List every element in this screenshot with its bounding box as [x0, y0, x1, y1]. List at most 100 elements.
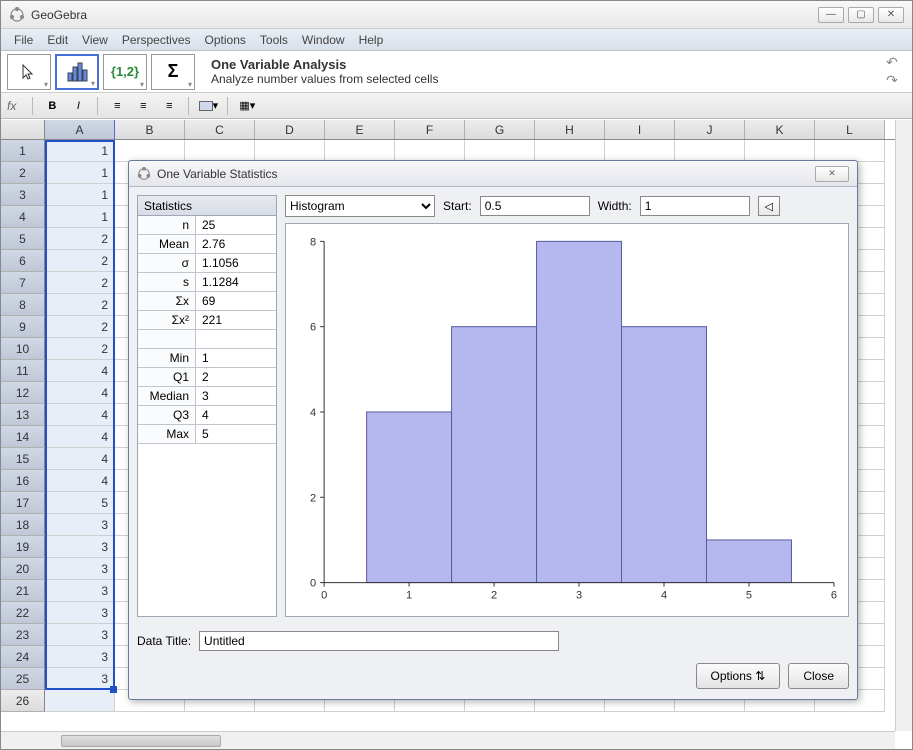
row-header-14[interactable]: 14	[1, 426, 45, 448]
cell-G1[interactable]	[465, 140, 535, 162]
cell-K1[interactable]	[745, 140, 815, 162]
cell-A8[interactable]: 2	[45, 294, 115, 316]
col-header-C[interactable]: C	[185, 120, 255, 139]
cell-C1[interactable]	[185, 140, 255, 162]
align-right-button[interactable]: ≡	[158, 96, 180, 116]
cell-A16[interactable]: 4	[45, 470, 115, 492]
menu-window[interactable]: Window	[295, 33, 352, 47]
borders-button[interactable]: ▦▾	[236, 96, 258, 116]
cell-A14[interactable]: 4	[45, 426, 115, 448]
row-header-7[interactable]: 7	[1, 272, 45, 294]
minimize-button[interactable]: —	[818, 7, 844, 23]
bold-button[interactable]: B	[41, 96, 63, 116]
row-header-10[interactable]: 10	[1, 338, 45, 360]
cell-A19[interactable]: 3	[45, 536, 115, 558]
cell-A15[interactable]: 4	[45, 448, 115, 470]
row-header-17[interactable]: 17	[1, 492, 45, 514]
cell-A18[interactable]: 3	[45, 514, 115, 536]
tool-one-variable-analysis[interactable]: ▾	[55, 54, 99, 90]
row-header-8[interactable]: 8	[1, 294, 45, 316]
cell-A24[interactable]: 3	[45, 646, 115, 668]
menu-tools[interactable]: Tools	[253, 33, 295, 47]
cell-F1[interactable]	[395, 140, 465, 162]
tool-sum[interactable]: Σ ▾	[151, 54, 195, 90]
cell-A2[interactable]: 1	[45, 162, 115, 184]
row-header-3[interactable]: 3	[1, 184, 45, 206]
row-header-21[interactable]: 21	[1, 580, 45, 602]
row-header-12[interactable]: 12	[1, 382, 45, 404]
row-header-13[interactable]: 13	[1, 404, 45, 426]
row-header-6[interactable]: 6	[1, 250, 45, 272]
cell-B1[interactable]	[115, 140, 185, 162]
select-all-corner[interactable]	[1, 120, 45, 139]
close-button[interactable]: ✕	[878, 7, 904, 23]
redo-button[interactable]: ↷	[882, 73, 902, 89]
cell-H1[interactable]	[535, 140, 605, 162]
cell-A25[interactable]: 3	[45, 668, 115, 690]
row-header-26[interactable]: 26	[1, 690, 45, 712]
row-header-18[interactable]: 18	[1, 514, 45, 536]
col-header-H[interactable]: H	[535, 120, 605, 139]
maximize-button[interactable]: ▢	[848, 7, 874, 23]
row-header-15[interactable]: 15	[1, 448, 45, 470]
col-header-I[interactable]: I	[605, 120, 675, 139]
cell-A23[interactable]: 3	[45, 624, 115, 646]
chart-type-select[interactable]: Histogram	[285, 195, 435, 217]
cell-A6[interactable]: 2	[45, 250, 115, 272]
col-header-B[interactable]: B	[115, 120, 185, 139]
close-button[interactable]: Close	[788, 663, 849, 689]
cell-D1[interactable]	[255, 140, 325, 162]
width-input[interactable]	[640, 196, 750, 216]
cell-A12[interactable]: 4	[45, 382, 115, 404]
row-header-2[interactable]: 2	[1, 162, 45, 184]
tool-move[interactable]: ▾	[7, 54, 51, 90]
options-button[interactable]: Options ⇅	[696, 663, 781, 689]
row-header-5[interactable]: 5	[1, 228, 45, 250]
row-header-11[interactable]: 11	[1, 360, 45, 382]
cell-A20[interactable]: 3	[45, 558, 115, 580]
bgcolor-button[interactable]: ▾	[197, 96, 219, 116]
cell-A17[interactable]: 5	[45, 492, 115, 514]
cell-A5[interactable]: 2	[45, 228, 115, 250]
col-header-D[interactable]: D	[255, 120, 325, 139]
panel-toggle-button[interactable]: ◁	[758, 196, 780, 216]
col-header-K[interactable]: K	[745, 120, 815, 139]
menu-help[interactable]: Help	[352, 33, 391, 47]
row-header-23[interactable]: 23	[1, 624, 45, 646]
menu-options[interactable]: Options	[198, 33, 253, 47]
row-header-20[interactable]: 20	[1, 558, 45, 580]
cell-A10[interactable]: 2	[45, 338, 115, 360]
menu-file[interactable]: File	[7, 33, 40, 47]
col-header-G[interactable]: G	[465, 120, 535, 139]
cell-A21[interactable]: 3	[45, 580, 115, 602]
horizontal-scrollbar[interactable]	[1, 731, 895, 749]
cell-J1[interactable]	[675, 140, 745, 162]
cell-A9[interactable]: 2	[45, 316, 115, 338]
dialog-titlebar[interactable]: One Variable Statistics ✕	[129, 161, 857, 187]
row-header-19[interactable]: 19	[1, 536, 45, 558]
menu-edit[interactable]: Edit	[40, 33, 75, 47]
cell-L1[interactable]	[815, 140, 885, 162]
cell-A11[interactable]: 4	[45, 360, 115, 382]
italic-button[interactable]: I	[67, 96, 89, 116]
cell-A13[interactable]: 4	[45, 404, 115, 426]
cell-A3[interactable]: 1	[45, 184, 115, 206]
cell-A22[interactable]: 3	[45, 602, 115, 624]
cell-A4[interactable]: 1	[45, 206, 115, 228]
menu-perspectives[interactable]: Perspectives	[115, 33, 198, 47]
row-header-16[interactable]: 16	[1, 470, 45, 492]
vertical-scrollbar[interactable]	[895, 120, 912, 731]
cell-A7[interactable]: 2	[45, 272, 115, 294]
cell-I1[interactable]	[605, 140, 675, 162]
col-header-J[interactable]: J	[675, 120, 745, 139]
col-header-E[interactable]: E	[325, 120, 395, 139]
dialog-close-button[interactable]: ✕	[815, 166, 849, 182]
row-header-9[interactable]: 9	[1, 316, 45, 338]
row-header-25[interactable]: 25	[1, 668, 45, 690]
col-header-F[interactable]: F	[395, 120, 465, 139]
row-header-24[interactable]: 24	[1, 646, 45, 668]
data-title-input[interactable]	[199, 631, 559, 651]
align-center-button[interactable]: ≡	[132, 96, 154, 116]
tool-list[interactable]: {1,2} ▾	[103, 54, 147, 90]
col-header-A[interactable]: A	[45, 120, 115, 139]
